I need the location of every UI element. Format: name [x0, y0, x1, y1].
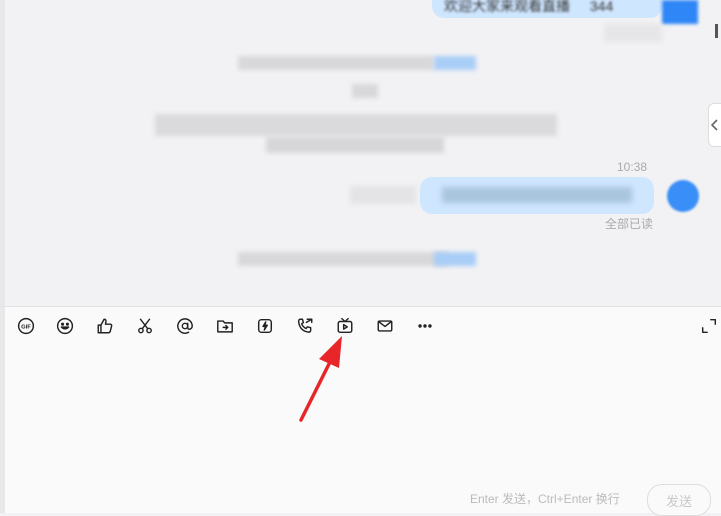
chevron-left-icon: [711, 119, 718, 131]
call-button[interactable]: [294, 315, 316, 337]
mail-icon: [377, 320, 393, 332]
live-tv-icon: [337, 317, 353, 334]
composer-toolbar: GIF: [5, 315, 721, 337]
gif-button[interactable]: GIF: [15, 315, 37, 337]
svg-text:GIF: GIF: [21, 324, 31, 330]
lightning-icon: [257, 318, 273, 334]
more-icon: [418, 324, 432, 328]
blurred-notice: [238, 252, 448, 266]
emoji-icon: [56, 317, 74, 335]
message-number: 344: [589, 0, 614, 14]
gif-icon: GIF: [17, 317, 35, 335]
at-icon: [177, 318, 193, 334]
emoji-button[interactable]: [54, 315, 76, 337]
file-button[interactable]: [214, 315, 236, 337]
mention-button[interactable]: [174, 315, 196, 337]
quick-action-button[interactable]: [254, 315, 276, 337]
call-icon: [297, 318, 313, 333]
message-composer[interactable]: GIF Enter 发送，Ctrl+Enter 换行 发送: [5, 307, 721, 516]
blurred-notice: [238, 56, 434, 70]
thumbs-up-icon: [97, 318, 113, 334]
blurred-notice: [352, 84, 378, 98]
like-button[interactable]: [94, 315, 116, 337]
scroll-marker: [715, 24, 718, 38]
user-avatar[interactable]: [667, 180, 699, 212]
chat-message-area: 欢迎大家来观看直播 344 10:38 全部已读: [0, 0, 721, 306]
blurred-message-preview: [350, 186, 416, 204]
message-bubble-outgoing[interactable]: 欢迎大家来观看直播 344: [432, 0, 662, 18]
message-time: 10:38: [617, 160, 648, 174]
blurred-notice: [155, 114, 557, 136]
blurred-notice-link: [434, 252, 476, 266]
message-bubble-outgoing[interactable]: [420, 177, 654, 214]
live-stream-button[interactable]: [334, 315, 356, 337]
read-status: 全部已读: [605, 217, 654, 231]
screenshot-button[interactable]: [134, 315, 156, 337]
expand-icon: [701, 318, 717, 334]
folder-icon: [217, 320, 233, 333]
scissors-icon: [138, 318, 152, 334]
mail-button[interactable]: [374, 315, 396, 337]
blurred-notice: [266, 137, 444, 153]
expand-button[interactable]: [698, 315, 720, 337]
collapse-panel-button[interactable]: [708, 103, 721, 147]
message-text: 欢迎大家来观看直播: [444, 0, 570, 14]
blurred-name-top: [604, 24, 662, 42]
blurred-avatar-top: [662, 0, 698, 24]
more-button[interactable]: [414, 315, 436, 337]
send-button[interactable]: 发送: [647, 484, 711, 516]
input-hint: Enter 发送，Ctrl+Enter 换行: [470, 492, 620, 506]
blurred-notice-link: [434, 56, 476, 70]
